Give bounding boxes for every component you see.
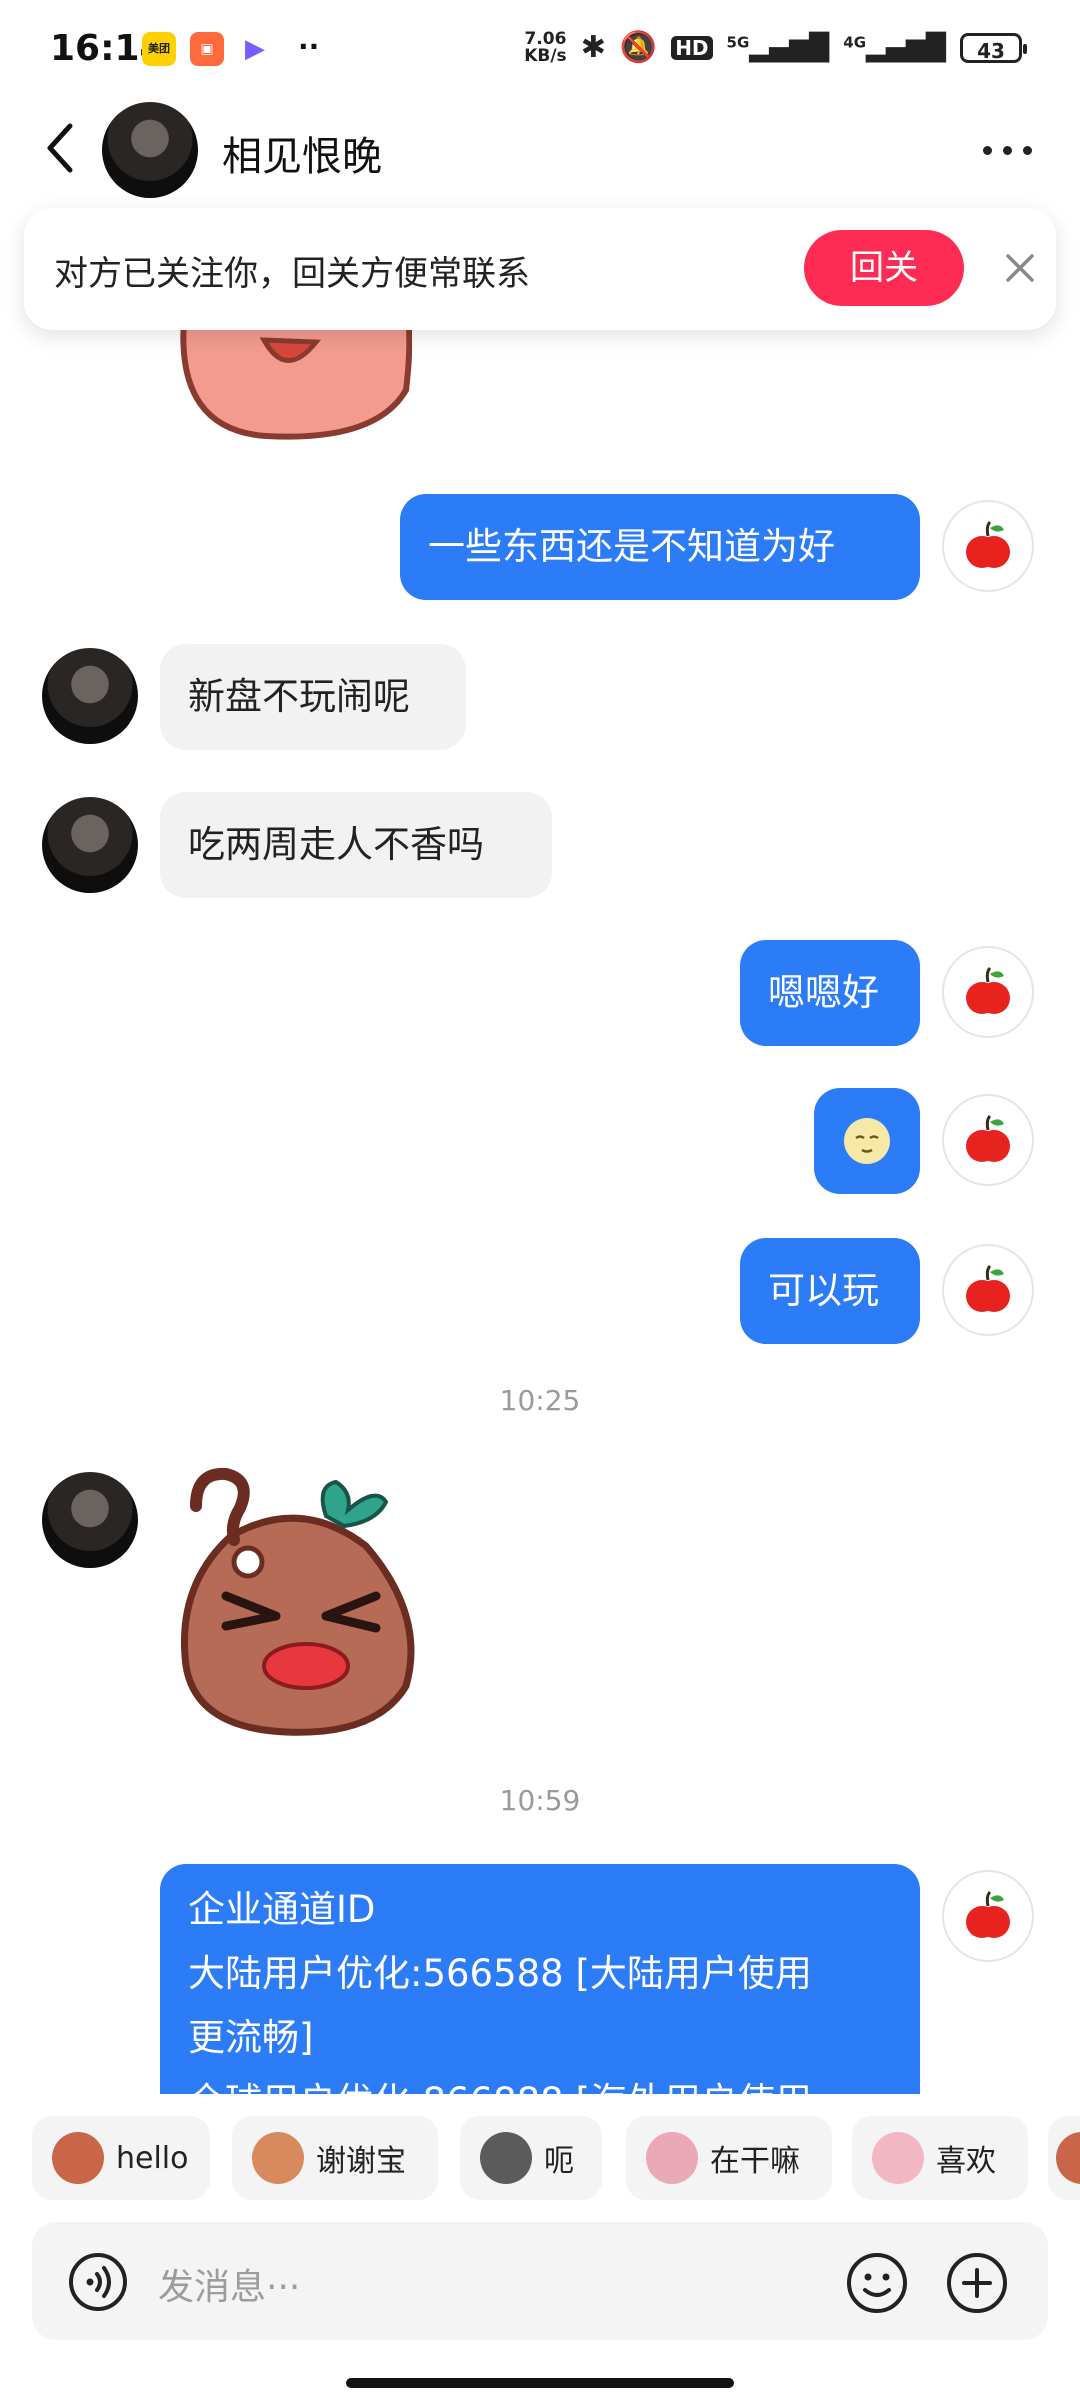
quick-reply-hello[interactable]: hello: [32, 2116, 210, 2200]
back-arrow-icon[interactable]: [40, 118, 80, 178]
message-bubble-outgoing[interactable]: 嗯嗯好: [740, 940, 920, 1046]
quick-reply-label: 呃: [544, 2144, 574, 2179]
home-indicator[interactable]: [346, 2378, 734, 2388]
bluetooth-icon: ✱: [580, 30, 606, 65]
meituan-app-icon: 美团: [142, 32, 176, 66]
message-line: 企业通道ID: [188, 1888, 376, 1931]
message-input-bar[interactable]: 发消息···: [32, 2222, 1048, 2340]
follow-back-button[interactable]: 回关: [804, 230, 964, 306]
apple-avatar-icon[interactable]: [942, 946, 1034, 1038]
quick-reply-partial[interactable]: [1048, 2116, 1080, 2200]
monkey-flower-sticker-icon: [252, 2132, 304, 2184]
message-bubble-outgoing[interactable]: 一些东西还是不知道为好: [400, 494, 920, 600]
quick-reply-uh[interactable]: 呃: [460, 2116, 602, 2200]
quick-reply-thanks[interactable]: 谢谢宝: [232, 2116, 438, 2200]
contact-avatar[interactable]: [102, 102, 198, 198]
message-bubble-outgoing[interactable]: 可以玩: [740, 1238, 920, 1344]
status-indicators: 7.06 KB/s ✱ 🔕 HD 5G▂▄▆█ 4G▂▄▆█ 43: [524, 28, 1027, 66]
cat-sticker-icon: [480, 2132, 532, 2184]
apple-avatar-icon[interactable]: [942, 1244, 1034, 1336]
contact-avatar[interactable]: [42, 1472, 138, 1568]
quick-reply-label: 喜欢: [936, 2144, 996, 2179]
play-app-icon: ▶: [238, 32, 272, 66]
timestamp: 10:25: [499, 1384, 581, 1417]
apple-avatar-icon[interactable]: [942, 1870, 1034, 1962]
sticker-confused-potato[interactable]: [176, 1466, 426, 1736]
hd-badge: HD: [671, 35, 713, 60]
contact-avatar[interactable]: [42, 648, 138, 744]
signal-5g: 5G▂▄▆█: [726, 32, 830, 63]
notification-app-icon: ▣: [190, 32, 224, 66]
close-icon[interactable]: [1000, 248, 1040, 288]
message-line: 全球用户优化:866888 [海外用户使用: [188, 2070, 892, 2094]
message-bubble-incoming[interactable]: 吃两周走人不香吗: [160, 792, 552, 898]
voice-icon[interactable]: [68, 2252, 128, 2312]
search-sticker-icon: [646, 2132, 698, 2184]
net-speed: 7.06 KB/s: [524, 28, 567, 66]
emoji-icon[interactable]: [846, 2252, 908, 2314]
quick-reply-what-doing[interactable]: 在干嘛: [626, 2116, 832, 2200]
quick-reply-label: 在干嘛: [710, 2144, 800, 2179]
battery-indicator: 43: [960, 32, 1027, 63]
follow-banner: 对方已关注你，回关方便常联系 回关: [24, 208, 1056, 330]
message-line: 大陆用户优化:566588 [大陆用户使用: [188, 1952, 812, 1995]
quick-reply-like[interactable]: 喜欢: [852, 2116, 1028, 2200]
quick-reply-label: hello: [116, 2140, 189, 2176]
plus-icon[interactable]: [946, 2252, 1008, 2314]
contact-name[interactable]: 相见恨晚: [222, 124, 382, 182]
heart-sticker-icon: [872, 2132, 924, 2184]
more-notifications-icon: ··: [298, 30, 320, 63]
moon-emoji-icon: [844, 1118, 890, 1164]
more-icon[interactable]: [983, 146, 1032, 155]
apple-avatar-icon[interactable]: [942, 500, 1034, 592]
mute-icon: 🔕: [619, 30, 658, 65]
timestamp: 10:59: [499, 1784, 581, 1817]
message-bubble-outgoing[interactable]: [814, 1088, 920, 1194]
message-line: 更流畅]: [188, 2016, 314, 2059]
message-input-placeholder[interactable]: 发消息···: [158, 2258, 300, 2310]
monkey-sticker-icon: [52, 2132, 104, 2184]
follow-banner-text: 对方已关注你，回关方便常联系: [54, 254, 530, 294]
apple-avatar-icon[interactable]: [942, 1094, 1034, 1186]
quick-reply-label: 谢谢宝: [316, 2144, 406, 2179]
signal-4g: 4G▂▄▆█: [843, 32, 946, 63]
contact-avatar[interactable]: [42, 797, 138, 893]
monkey-sticker-icon: [1056, 2132, 1080, 2184]
message-bubble-outgoing-long[interactable]: 企业通道ID 大陆用户优化:566588 [大陆用户使用 更流畅] 全球用户优化…: [160, 1864, 920, 2094]
message-bubble-incoming[interactable]: 新盘不玩闹呢: [160, 644, 466, 750]
